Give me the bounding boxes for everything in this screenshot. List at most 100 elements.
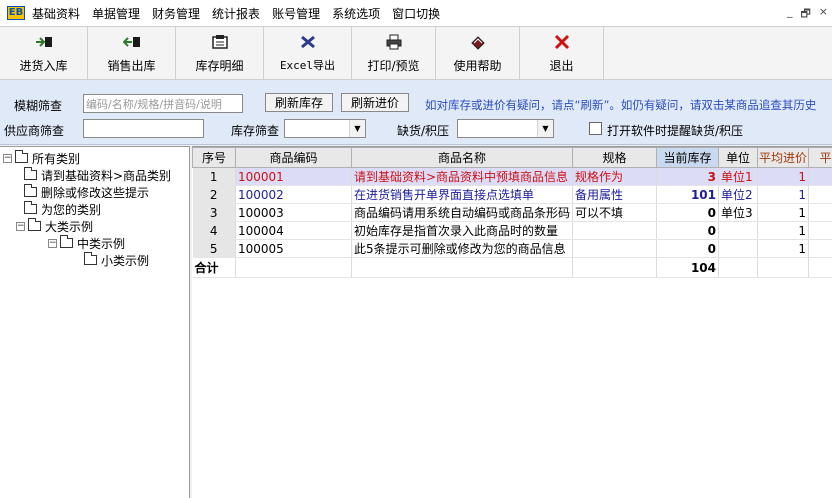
refresh-stock-button[interactable]: 刷新库存 — [265, 93, 333, 112]
folder-icon — [60, 235, 73, 248]
folder-icon — [15, 150, 28, 163]
table-row[interactable]: 1 100001 请到基础资料>商品资料中预填商品信息 规格作为 3 单位1 1 — [192, 167, 832, 186]
row-seq: 2 — [192, 185, 236, 204]
header-name[interactable]: 商品名称 — [351, 147, 573, 168]
stock-out-icon — [122, 33, 142, 51]
stock-filter-label: 库存筛查 — [231, 124, 280, 138]
menu-basic-data[interactable]: 基础资料 — [26, 5, 86, 22]
restore-button[interactable]: 🗗 — [800, 5, 810, 24]
tree-node-big-category[interactable]: − 大类示例 — [16, 218, 93, 234]
row-stock: 0 — [656, 221, 719, 240]
tree-node-small-category[interactable]: 小类示例 — [84, 252, 149, 268]
menu-window-switch[interactable]: 窗口切换 — [386, 5, 446, 22]
app-logo-text: EB — [6, 6, 26, 20]
table-row[interactable]: 5 100005 此5条提示可删除或修改为您的商品信息 0 1 — [192, 239, 832, 258]
table-header-row: 序号 商品编码 商品名称 规格 当前库存 单位 平均进价 平 — [192, 147, 832, 168]
total-label: 合计 — [192, 257, 236, 278]
table-row[interactable]: 2 100002 在进货销售开单界面直接点选填单 备用属性 101 单位2 1 — [192, 185, 832, 204]
print-preview-button[interactable]: 打印/预览 — [352, 27, 436, 79]
window-controls: _ 🗗 × — [787, 5, 828, 24]
row-extra — [808, 203, 832, 222]
inventory-grid: 序号 商品编码 商品名称 规格 当前库存 单位 平均进价 平 1 100001 … — [192, 146, 832, 498]
row-unit: 单位3 — [718, 203, 758, 222]
excel-export-button[interactable]: Excel导出 — [264, 27, 352, 79]
fuzzy-filter-input[interactable]: 编码/名称/规格/拼音码/说明 — [83, 94, 243, 113]
table-row[interactable]: 3 100003 商品编码请用系统自动编码或商品条形码 可以不填 0 单位3 1 — [192, 203, 832, 222]
total-empty — [351, 257, 573, 278]
total-empty — [235, 257, 352, 278]
header-seq[interactable]: 序号 — [192, 147, 236, 168]
menu-reports[interactable]: 统计报表 — [206, 5, 266, 22]
header-spec[interactable]: 规格 — [572, 147, 657, 168]
menu-system-options[interactable]: 系统选项 — [326, 5, 386, 22]
tree-node-root[interactable]: − 所有类别 — [3, 150, 80, 166]
tree-node-label: 删除或修改这些提示 — [41, 185, 150, 200]
header-current-stock[interactable]: 当前库存 — [656, 147, 719, 168]
category-tree: − 所有类别 请到基础资料>商品类别 删除或修改这些提示 为您的类别 − 大类示… — [0, 146, 190, 498]
exit-label: 退出 — [549, 58, 574, 73]
stock-in-button[interactable]: 进货入库 — [0, 27, 88, 79]
exit-button[interactable]: 退出 — [520, 27, 604, 79]
row-extra — [808, 185, 832, 204]
menu-accounts[interactable]: 账号管理 — [266, 5, 326, 22]
header-avg-price[interactable]: 平均进价 — [757, 147, 809, 168]
refresh-hint-text: 如对库存或进价有疑问，请点“刷新”。如仍有疑问，请双击某商品追查其历史 — [425, 98, 817, 112]
row-name: 在进货销售开单界面直接点选填单 — [351, 185, 573, 204]
tree-node-item[interactable]: 为您的类别 — [24, 201, 101, 217]
refresh-price-button[interactable]: 刷新进价 — [341, 93, 409, 112]
collapse-icon[interactable]: − — [16, 221, 25, 231]
inventory-detail-button[interactable]: 库存明细 — [176, 27, 264, 79]
stock-filter-select[interactable]: ▼ — [284, 119, 366, 138]
inventory-detail-icon — [210, 33, 230, 51]
folder-icon — [84, 252, 97, 265]
header-code[interactable]: 商品编码 — [235, 147, 352, 168]
row-extra — [808, 167, 832, 186]
menu-bar: EB 基础资料 单据管理 财务管理 统计报表 账号管理 系统选项 窗口切换 _ … — [0, 0, 832, 26]
folder-icon — [24, 167, 37, 180]
row-code: 100005 — [235, 239, 352, 258]
header-unit[interactable]: 单位 — [718, 147, 758, 168]
exit-x-icon — [552, 33, 572, 51]
total-empty — [572, 257, 657, 278]
tree-node-item[interactable]: 请到基础资料>商品类别 — [24, 167, 171, 183]
row-price: 1 — [757, 167, 809, 186]
row-spec: 备用属性 — [572, 185, 657, 204]
shortage-filter-label: 缺货/积压 — [397, 124, 450, 138]
table-row[interactable]: 4 100004 初始库存是指首次录入此商品时的数量 0 1 — [192, 221, 832, 240]
row-name: 商品编码请用系统自动编码或商品条形码 — [351, 203, 573, 222]
tree-node-label: 中类示例 — [77, 236, 126, 251]
help-button[interactable]: 使用帮助 — [436, 27, 520, 79]
row-seq: 4 — [192, 221, 236, 240]
tree-node-mid-category[interactable]: − 中类示例 — [48, 235, 125, 251]
row-spec: 可以不填 — [572, 203, 657, 222]
shortage-filter-select[interactable]: ▼ — [457, 119, 554, 138]
row-price: 1 — [757, 203, 809, 222]
toolbar: 进货入库 销售出库 库存明细 Excel导出 打印/预览 使用帮助 退出 — [0, 26, 832, 80]
remind-checkbox[interactable] — [589, 122, 602, 135]
supplier-filter-label: 供应商筛查 — [4, 124, 65, 138]
stock-out-button[interactable]: 销售出库 — [88, 27, 176, 79]
chevron-down-icon: ▼ — [349, 120, 365, 137]
supplier-filter-input[interactable] — [83, 119, 204, 138]
tree-node-label: 大类示例 — [45, 219, 94, 234]
row-stock: 0 — [656, 203, 719, 222]
minimize-button[interactable]: _ — [787, 5, 793, 24]
row-stock: 0 — [656, 239, 719, 258]
menu-finance[interactable]: 财务管理 — [146, 5, 206, 22]
collapse-icon[interactable]: − — [48, 238, 57, 248]
row-code: 100004 — [235, 221, 352, 240]
row-seq: 5 — [192, 239, 236, 258]
stock-in-icon — [34, 33, 54, 51]
menu-documents[interactable]: 单据管理 — [86, 5, 146, 22]
collapse-icon[interactable]: − — [3, 153, 12, 163]
header-truncated[interactable]: 平 — [808, 147, 832, 168]
close-button[interactable]: × — [819, 5, 828, 24]
row-unit — [718, 239, 758, 258]
row-name: 初始库存是指首次录入此商品时的数量 — [351, 221, 573, 240]
tree-node-label: 为您的类别 — [41, 202, 102, 217]
row-extra — [808, 221, 832, 240]
tree-node-item[interactable]: 删除或修改这些提示 — [24, 184, 149, 200]
help-label: 使用帮助 — [453, 58, 502, 73]
tree-node-label: 所有类别 — [32, 151, 81, 166]
row-spec: 规格作为 — [572, 167, 657, 186]
